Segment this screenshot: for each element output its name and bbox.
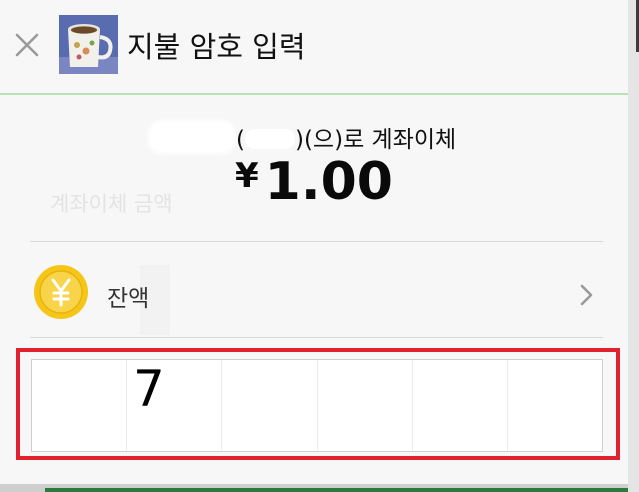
transfer-desc-open: ( bbox=[236, 127, 245, 153]
recipient-name-masked bbox=[148, 120, 236, 154]
yuan-coin-icon bbox=[34, 265, 88, 319]
close-icon bbox=[15, 33, 39, 57]
dialog-header: 지불 암호 입력 bbox=[0, 0, 628, 93]
transfer-description: ( )(으)로 계좌이체 bbox=[236, 120, 456, 154]
background-window-edge bbox=[628, 0, 639, 492]
background-window-bottom bbox=[0, 484, 628, 492]
amount-currency-symbol: ¥ bbox=[235, 156, 259, 196]
payment-password-dialog: 계좌이체 금액 지불 암호 입력 ()(으)로 계좌이체 ¥ 1.00 잔액 … bbox=[0, 0, 628, 484]
transfer-amount: ¥1.00 bbox=[0, 152, 628, 212]
divider-top bbox=[30, 241, 603, 242]
transfer-desc-close: )(으)로 계좌이체 bbox=[294, 127, 457, 153]
recipient-name-mask bbox=[244, 129, 295, 149]
divider-bottom bbox=[30, 337, 603, 338]
header-divider bbox=[0, 93, 628, 95]
avatar bbox=[59, 15, 118, 74]
chevron-right-icon bbox=[580, 284, 593, 306]
dialog-title: 지불 암호 입력 bbox=[127, 30, 306, 64]
close-button[interactable] bbox=[12, 30, 42, 60]
payment-method-label: 잔액 bbox=[107, 286, 150, 312]
mug-photo-avatar bbox=[59, 15, 118, 74]
background-green-button bbox=[45, 488, 628, 492]
payment-method-balance[interactable]: 잔액 bbox=[30, 249, 603, 337]
pin-input-highlight-annotation bbox=[16, 348, 620, 460]
amount-value: 1.00 bbox=[264, 152, 393, 212]
